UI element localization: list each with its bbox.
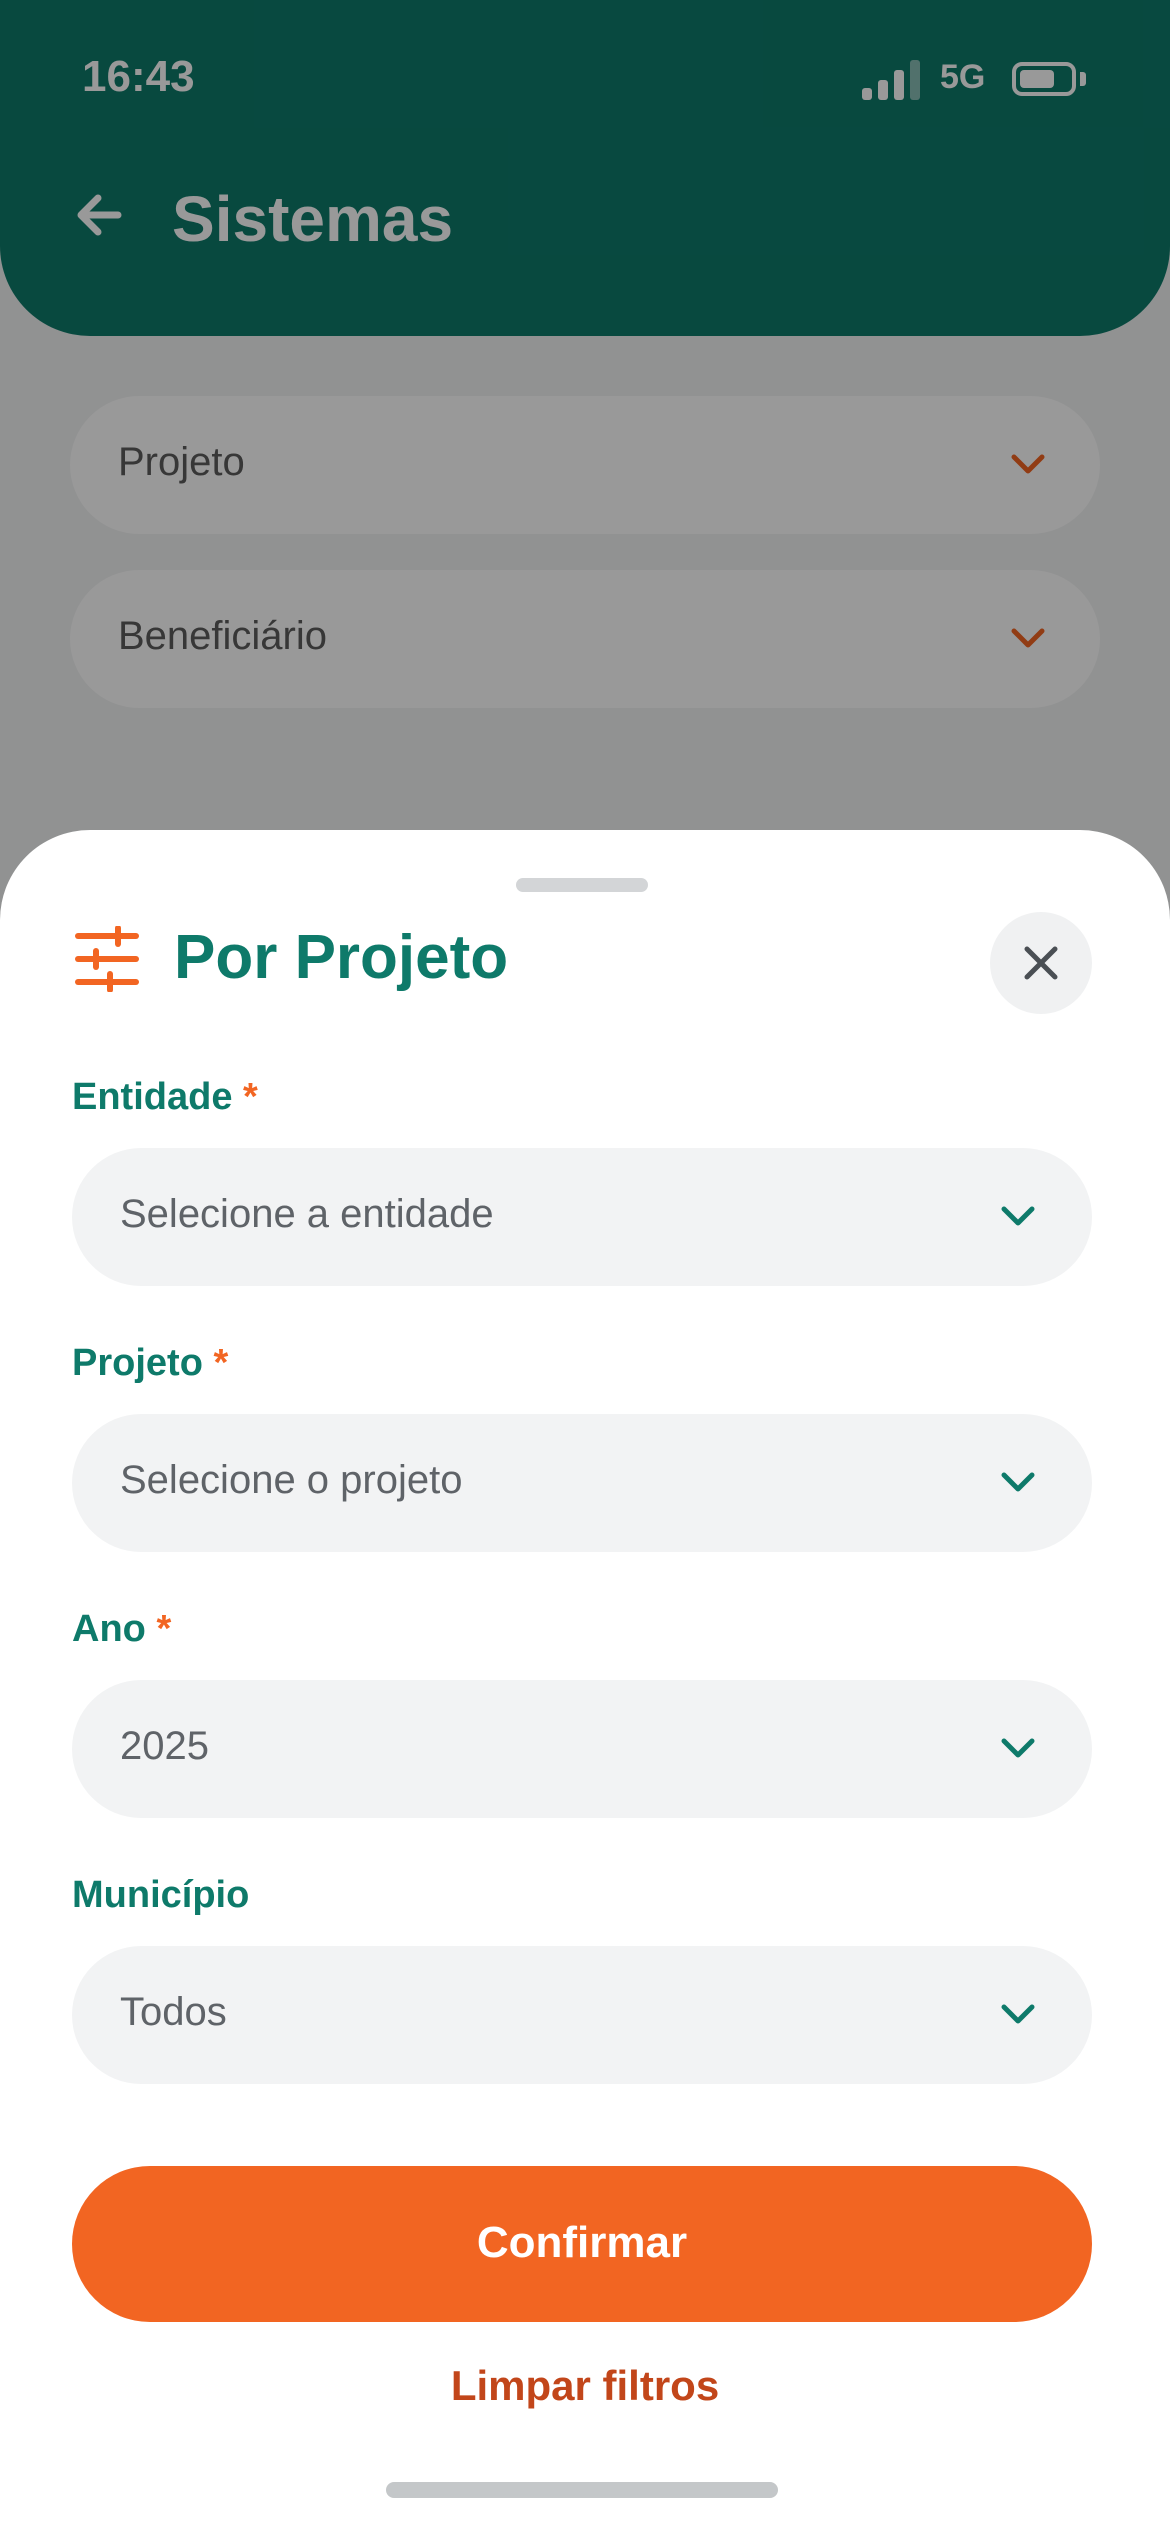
project-select-value: Selecione o projeto [120, 1458, 463, 1502]
required-marker: * [213, 1342, 229, 1384]
project-label-text: Projeto [72, 1342, 203, 1384]
close-icon [1024, 946, 1058, 980]
project-label: Projeto * [72, 1342, 228, 1385]
municipality-label: Município [72, 1874, 249, 1917]
sheet-grabber[interactable] [516, 878, 648, 892]
year-select-value: 2025 [120, 1724, 209, 1768]
entity-select-value: Selecione a entidade [120, 1192, 494, 1236]
year-label: Ano * [72, 1608, 171, 1651]
close-button[interactable] [990, 912, 1092, 1014]
entity-label-text: Entidade [72, 1076, 233, 1118]
project-select[interactable]: Selecione o projeto [72, 1414, 1092, 1552]
municipality-label-text: Município [72, 1874, 250, 1916]
chevron-down-icon [1001, 1738, 1035, 1758]
entity-label: Entidade * [72, 1076, 258, 1119]
confirm-button-label: Confirmar [476, 2218, 688, 2267]
app-screen: 16:43 5G Sistemas Projeto Beneficiário P… [0, 0, 1170, 2532]
clear-filters-link[interactable]: Limpar filtros [0, 2362, 1170, 2410]
chevron-down-icon [1001, 1472, 1035, 1492]
sheet-title: Por Projeto [174, 923, 509, 992]
entity-select[interactable]: Selecione a entidade [72, 1148, 1092, 1286]
required-marker: * [243, 1076, 258, 1118]
required-marker: * [156, 1608, 172, 1650]
municipality-select-value: Todos [120, 1990, 227, 2034]
year-label-text: Ano [72, 1608, 146, 1650]
home-indicator[interactable] [386, 2482, 778, 2498]
sliders-icon [75, 926, 139, 992]
filter-bottom-sheet: Por Projeto Entidade * Selecione a entid… [0, 830, 1170, 2532]
chevron-down-icon [1001, 2004, 1035, 2024]
confirm-button[interactable]: Confirmar [72, 2166, 1092, 2322]
year-select[interactable]: 2025 [72, 1680, 1092, 1818]
municipality-select[interactable]: Todos [72, 1946, 1092, 2084]
chevron-down-icon [1001, 1206, 1035, 1226]
